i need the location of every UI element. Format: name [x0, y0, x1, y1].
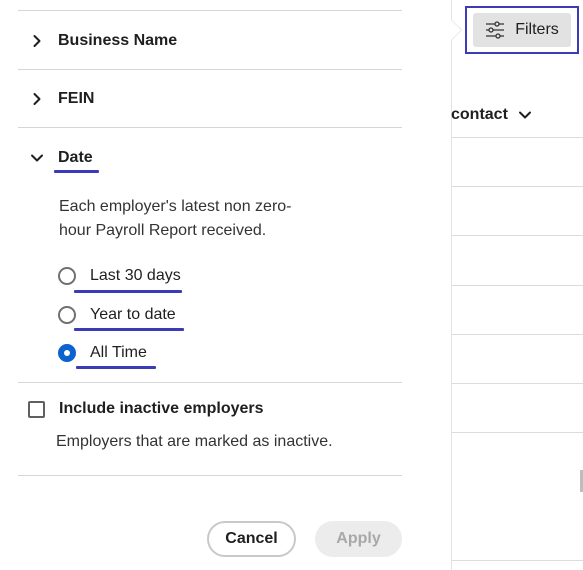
divider	[18, 10, 402, 11]
divider	[18, 69, 402, 70]
chevron-down-icon	[31, 154, 43, 162]
divider	[18, 127, 402, 128]
section-label: Business Name	[58, 32, 178, 49]
radio-label: Year to date	[90, 306, 176, 323]
table-row-divider	[451, 285, 583, 286]
table-row-divider	[451, 432, 583, 433]
table-row-divider	[451, 560, 583, 561]
section-business-name[interactable]: Business Name	[30, 27, 177, 55]
panel-pointer	[451, 20, 461, 40]
table-row-divider	[451, 235, 583, 236]
chevron-right-icon	[33, 93, 41, 105]
filters-button-highlight: Filters	[465, 6, 579, 54]
chevron-right-icon	[33, 35, 41, 47]
sliders-icon	[486, 21, 505, 39]
include-inactive-checkbox[interactable]	[28, 400, 45, 418]
radio-circle[interactable]	[58, 267, 76, 285]
radio-year-to-date[interactable]: Year to date	[58, 303, 176, 327]
focus-underline	[74, 328, 184, 331]
radio-label: All Time	[90, 344, 147, 361]
section-label: FEIN	[58, 90, 95, 107]
include-inactive-checkbox-row[interactable]: Include inactive employers	[28, 400, 264, 418]
divider	[18, 475, 402, 476]
include-inactive-description: Employers that are marked as inactive.	[56, 433, 333, 450]
cancel-button[interactable]: Cancel	[207, 521, 296, 557]
column-header-contact[interactable]: contact	[451, 106, 532, 124]
column-header-label: contact	[451, 106, 508, 123]
date-description: Each employer's latest non zero-hour Pay…	[59, 198, 292, 239]
radio-label: Last 30 days	[90, 267, 181, 284]
focus-underline	[54, 170, 99, 173]
table-row-divider	[451, 383, 583, 384]
chevron-down-icon	[518, 111, 531, 119]
focus-underline	[74, 290, 182, 293]
table-row-divider	[451, 186, 583, 187]
filters-button-label: Filters	[515, 21, 559, 38]
filters-button[interactable]: Filters	[473, 13, 571, 47]
include-inactive-label: Include inactive employers	[59, 400, 264, 417]
table-row-divider	[451, 137, 583, 138]
divider	[18, 382, 402, 383]
apply-button[interactable]: Apply	[315, 521, 402, 557]
table-row-divider	[451, 334, 583, 335]
radio-all-time[interactable]: All Time	[58, 341, 147, 365]
radio-circle-selected[interactable]	[58, 344, 76, 362]
section-fein[interactable]: FEIN	[30, 85, 94, 113]
section-date[interactable]: Date	[30, 144, 93, 172]
section-label: Date	[58, 149, 93, 166]
radio-circle[interactable]	[58, 306, 76, 324]
focus-underline	[76, 366, 156, 369]
radio-last-30-days[interactable]: Last 30 days	[58, 264, 181, 288]
